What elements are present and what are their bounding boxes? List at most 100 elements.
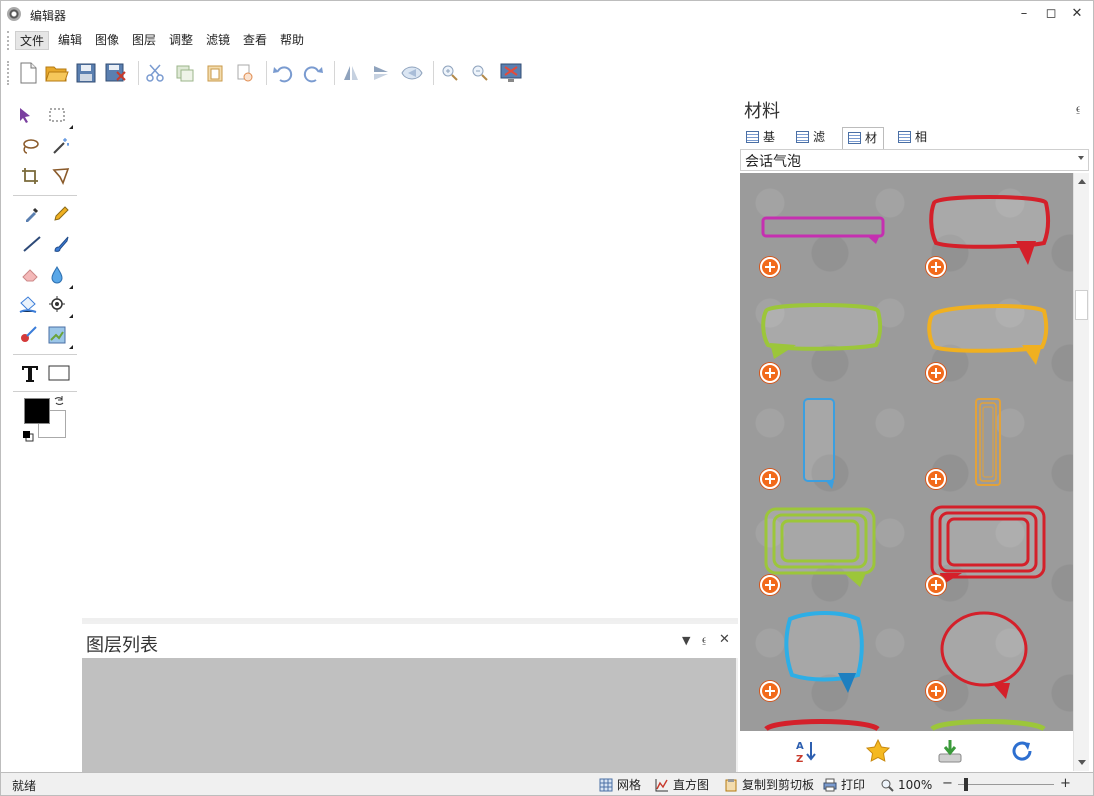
speech-bubble-item[interactable] [926, 503, 1052, 589]
zoom-in-button[interactable]: + [1060, 776, 1071, 791]
menu-layer[interactable]: 图层 [128, 31, 160, 50]
menu-filter[interactable]: 滤镜 [202, 31, 234, 50]
add-material-button[interactable] [760, 257, 780, 277]
save-as-icon[interactable] [104, 61, 128, 85]
swap-colors-icon[interactable] [53, 395, 65, 410]
menu-view[interactable]: 查看 [239, 31, 271, 50]
menu-edit[interactable]: 编辑 [54, 31, 86, 50]
zoom-in-icon[interactable] [438, 61, 462, 85]
speech-bubble-item[interactable] [926, 717, 1052, 731]
fit-screen-icon[interactable] [499, 61, 523, 85]
pin-icon[interactable]: ⍷ [1075, 102, 1082, 116]
blur-drop-icon[interactable] [45, 263, 73, 289]
refresh-icon[interactable] [1008, 737, 1036, 765]
grid-toggle-button[interactable]: 网格 [599, 776, 641, 794]
speech-bubble-item[interactable] [936, 609, 1036, 701]
sort-az-icon[interactable]: AZ [792, 737, 820, 765]
category-select[interactable]: 会话气泡 [740, 149, 1089, 171]
maximize-button[interactable]: ◻ [1038, 4, 1064, 24]
zoom-slider-thumb[interactable] [964, 778, 968, 791]
redo-icon[interactable] [301, 61, 325, 85]
histogram-button[interactable]: 直方图 [655, 776, 709, 794]
text-tool-icon[interactable] [18, 361, 42, 385]
image-adjust-icon[interactable] [45, 323, 73, 349]
add-material-button[interactable] [926, 257, 946, 277]
tab-basic[interactable]: 基本 [741, 127, 781, 164]
open-folder-icon[interactable] [45, 61, 69, 85]
crop-icon[interactable] [18, 164, 42, 188]
star-icon[interactable] [864, 737, 892, 765]
add-material-button[interactable] [760, 681, 780, 701]
add-material-button[interactable] [926, 681, 946, 701]
magic-wand-icon[interactable] [49, 134, 73, 158]
speech-bubble-item[interactable] [760, 717, 886, 731]
foreground-color-swatch[interactable] [24, 398, 50, 424]
add-material-button[interactable] [760, 575, 780, 595]
reset-colors-icon[interactable] [22, 430, 34, 445]
rotate-icon[interactable] [400, 61, 424, 85]
pin-icon[interactable]: ⍷ [701, 633, 708, 647]
zoom-slider-track[interactable] [958, 784, 1054, 785]
chevron-down-icon[interactable]: ▼ [682, 634, 690, 647]
zoom-out-icon[interactable] [468, 61, 492, 85]
gallery-scrollbar[interactable] [1073, 173, 1089, 771]
lasso-icon[interactable] [18, 134, 42, 158]
pencil-icon[interactable] [49, 202, 73, 226]
scroll-up-icon[interactable] [1078, 179, 1086, 184]
line-icon[interactable] [20, 232, 44, 256]
printer-icon [823, 778, 837, 792]
flip-vertical-icon[interactable] [339, 61, 363, 85]
cut-icon[interactable] [143, 61, 167, 85]
minimize-button[interactable]: – [1011, 4, 1037, 24]
speech-bubble-item[interactable] [970, 395, 1010, 491]
copy-icon[interactable] [173, 61, 197, 85]
close-icon[interactable]: ✕ [719, 632, 730, 647]
brush-icon[interactable] [49, 232, 73, 256]
perspective-icon[interactable] [49, 164, 73, 188]
speech-bubble-item[interactable] [926, 193, 1052, 271]
fill-bucket-icon[interactable] [16, 292, 40, 316]
add-material-button[interactable] [760, 363, 780, 383]
red-eye-icon[interactable] [16, 323, 40, 347]
clear-icon[interactable] [233, 61, 257, 85]
add-material-button[interactable] [760, 469, 780, 489]
clone-stamp-icon[interactable] [45, 292, 73, 318]
download-icon[interactable] [936, 737, 964, 765]
eyedropper-icon[interactable] [20, 202, 44, 226]
add-material-button[interactable] [926, 575, 946, 595]
table-icon [848, 132, 861, 144]
menu-adjust[interactable]: 调整 [165, 31, 197, 50]
speech-bubble-item[interactable] [798, 395, 838, 491]
eraser-icon[interactable] [18, 263, 42, 287]
scrollbar-thumb[interactable] [1075, 290, 1088, 320]
new-file-icon[interactable] [16, 61, 40, 85]
paste-icon[interactable] [203, 61, 227, 85]
material-panel: 材料 ⍷ 基本 滤镜 材料 相框 会话气泡 [738, 93, 1094, 772]
rectangle-icon[interactable] [47, 361, 71, 385]
add-material-button[interactable] [926, 469, 946, 489]
scroll-down-icon[interactable] [1078, 760, 1086, 765]
menu-help[interactable]: 帮助 [276, 31, 308, 50]
speech-bubble-item[interactable] [760, 301, 886, 371]
speech-bubble-item[interactable] [780, 609, 866, 699]
layers-list[interactable] [82, 658, 736, 775]
speech-bubble-item[interactable] [760, 503, 886, 589]
menu-image[interactable]: 图像 [91, 31, 123, 50]
rect-select-icon[interactable] [45, 103, 73, 129]
tab-filter[interactable]: 滤镜 [791, 127, 831, 164]
canvas-area[interactable] [82, 93, 738, 618]
speech-bubble-item[interactable] [926, 301, 1052, 371]
save-icon[interactable] [74, 61, 98, 85]
speech-bubble-item[interactable] [760, 213, 886, 248]
menu-file[interactable]: 文件 [15, 31, 50, 50]
pointer-icon[interactable] [13, 103, 37, 127]
add-material-button[interactable] [926, 363, 946, 383]
zoom-out-button[interactable]: − [942, 776, 953, 791]
print-button[interactable]: 打印 [823, 776, 865, 794]
tab-frame[interactable]: 相框 [893, 127, 933, 164]
tab-material[interactable]: 材料 [842, 127, 885, 165]
copy-clipboard-button[interactable]: 复制到剪切板 [724, 776, 814, 794]
close-button[interactable]: ✕ [1064, 4, 1090, 24]
flip-horizontal-icon[interactable] [369, 61, 393, 85]
undo-icon[interactable] [271, 61, 295, 85]
